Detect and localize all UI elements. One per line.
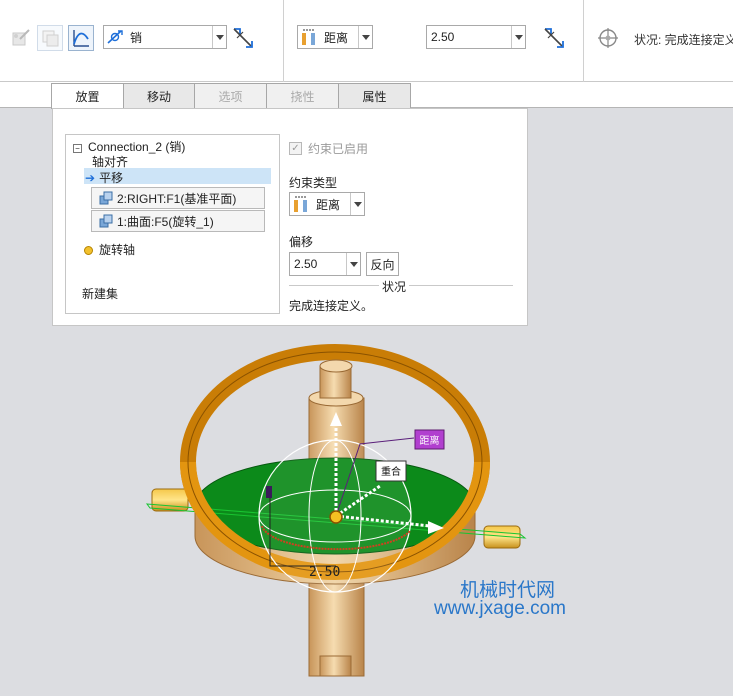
distance-constraint-icon <box>298 28 320 46</box>
reference-1-label: 2:RIGHT:F1(基准平面) <box>117 191 237 206</box>
translate-label: 平移 <box>99 171 124 185</box>
connection-status-label: 状况: 完成连接定义 <box>634 33 733 47</box>
tab-flexibility: 挠性 <box>266 83 339 108</box>
reference-2[interactable]: 1:曲面:F5(旋转_1) <box>91 210 265 232</box>
flip-icon[interactable] <box>230 25 256 51</box>
constraint-enabled-row: ✓ 约束已启用 <box>289 140 368 157</box>
distance-constraint-icon <box>290 195 312 213</box>
dimension-value: 2.50 <box>309 565 340 580</box>
chevron-down-icon[interactable] <box>212 26 226 48</box>
rotation-axis-label: 旋转轴 <box>99 243 136 257</box>
copy-icon[interactable] <box>37 25 63 51</box>
offset-label: 偏移 <box>289 235 314 249</box>
constraint-type-select[interactable]: 距离 <box>289 192 365 216</box>
flip-button[interactable]: 反向 <box>366 252 399 276</box>
connection-type-value: 销 <box>130 30 143 45</box>
tree-item-connection[interactable]: − Connection_2 (销) <box>73 138 185 155</box>
pin-connection-icon <box>104 28 126 46</box>
origin-point <box>329 510 343 524</box>
status-dot-icon <box>84 246 93 255</box>
constraint-type-value: 距离 <box>324 30 349 45</box>
datum-plane-icon <box>99 191 113 205</box>
move-handle-icon[interactable] <box>595 25 621 51</box>
watermark-url: www.jxage.com <box>434 598 566 619</box>
collapse-icon[interactable]: − <box>73 144 82 153</box>
chevron-down-icon[interactable] <box>350 193 364 215</box>
distance-tag-label: 距离 <box>420 434 440 447</box>
tree-item-rotation-axis[interactable]: 旋转轴 <box>84 241 135 258</box>
constraint-enabled-checkbox[interactable]: ✓ <box>289 142 302 155</box>
left-pin <box>151 488 189 512</box>
tree-item-translate[interactable]: ➔ 平移 <box>85 169 123 186</box>
constraint-type-select-value: 距离 <box>316 197 341 212</box>
constraint-type-dropdown[interactable]: 距离 <box>297 25 373 49</box>
placement-panel: − Connection_2 (销) 轴对齐 ➔ 平移 2:RIGHT:F1(基准平… <box>52 108 528 326</box>
user-defined-icon[interactable] <box>8 25 34 51</box>
reference-1[interactable]: 2:RIGHT:F1(基准平面) <box>91 187 265 209</box>
tab-move[interactable]: 移动 <box>123 83 195 108</box>
gyroscope-model[interactable]: 距离 重合 2.50 <box>0 326 733 696</box>
chevron-down-icon[interactable] <box>511 26 525 48</box>
constraint-enabled-label: 约束已启用 <box>308 142 369 156</box>
connection-name: Connection_2 (销) <box>88 140 186 154</box>
offset-select-value[interactable]: 2.50 <box>290 257 346 271</box>
status-title: 状况 <box>379 278 410 295</box>
new-set-link[interactable]: 新建集 <box>82 285 118 302</box>
tab-placement[interactable]: 放置 <box>51 83 124 109</box>
dashboard-toolbar: 销 距离 2.50 状况: 完成连接定义 <box>0 0 733 82</box>
tab-options: 选项 <box>194 83 267 108</box>
flip-icon[interactable] <box>541 25 567 51</box>
surface-icon <box>99 214 113 228</box>
connection-tree: − Connection_2 (销) 轴对齐 ➔ 平移 2:RIGHT:F1(基准平… <box>65 134 280 314</box>
connection-type-dropdown[interactable]: 销 <box>103 25 227 49</box>
chevron-down-icon[interactable] <box>346 253 360 275</box>
coincident-tag-label: 重合 <box>381 465 401 478</box>
offset-select[interactable]: 2.50 <box>289 252 361 276</box>
offset-value-input[interactable]: 2.50 <box>427 30 511 44</box>
constraint-type-label: 约束类型 <box>289 176 338 190</box>
graphics-viewport[interactable]: 距离 重合 2.50 <box>0 326 733 696</box>
status-text: 完成连接定义。 <box>289 299 374 313</box>
offset-value-dropdown[interactable]: 2.50 <box>426 25 526 49</box>
arrow-right-icon: ➔ <box>85 171 96 185</box>
chevron-down-icon[interactable] <box>358 26 372 48</box>
curve-icon[interactable] <box>68 25 94 51</box>
reference-2-label: 1:曲面:F5(旋转_1) <box>117 214 214 229</box>
tab-properties[interactable]: 属性 <box>338 83 411 108</box>
